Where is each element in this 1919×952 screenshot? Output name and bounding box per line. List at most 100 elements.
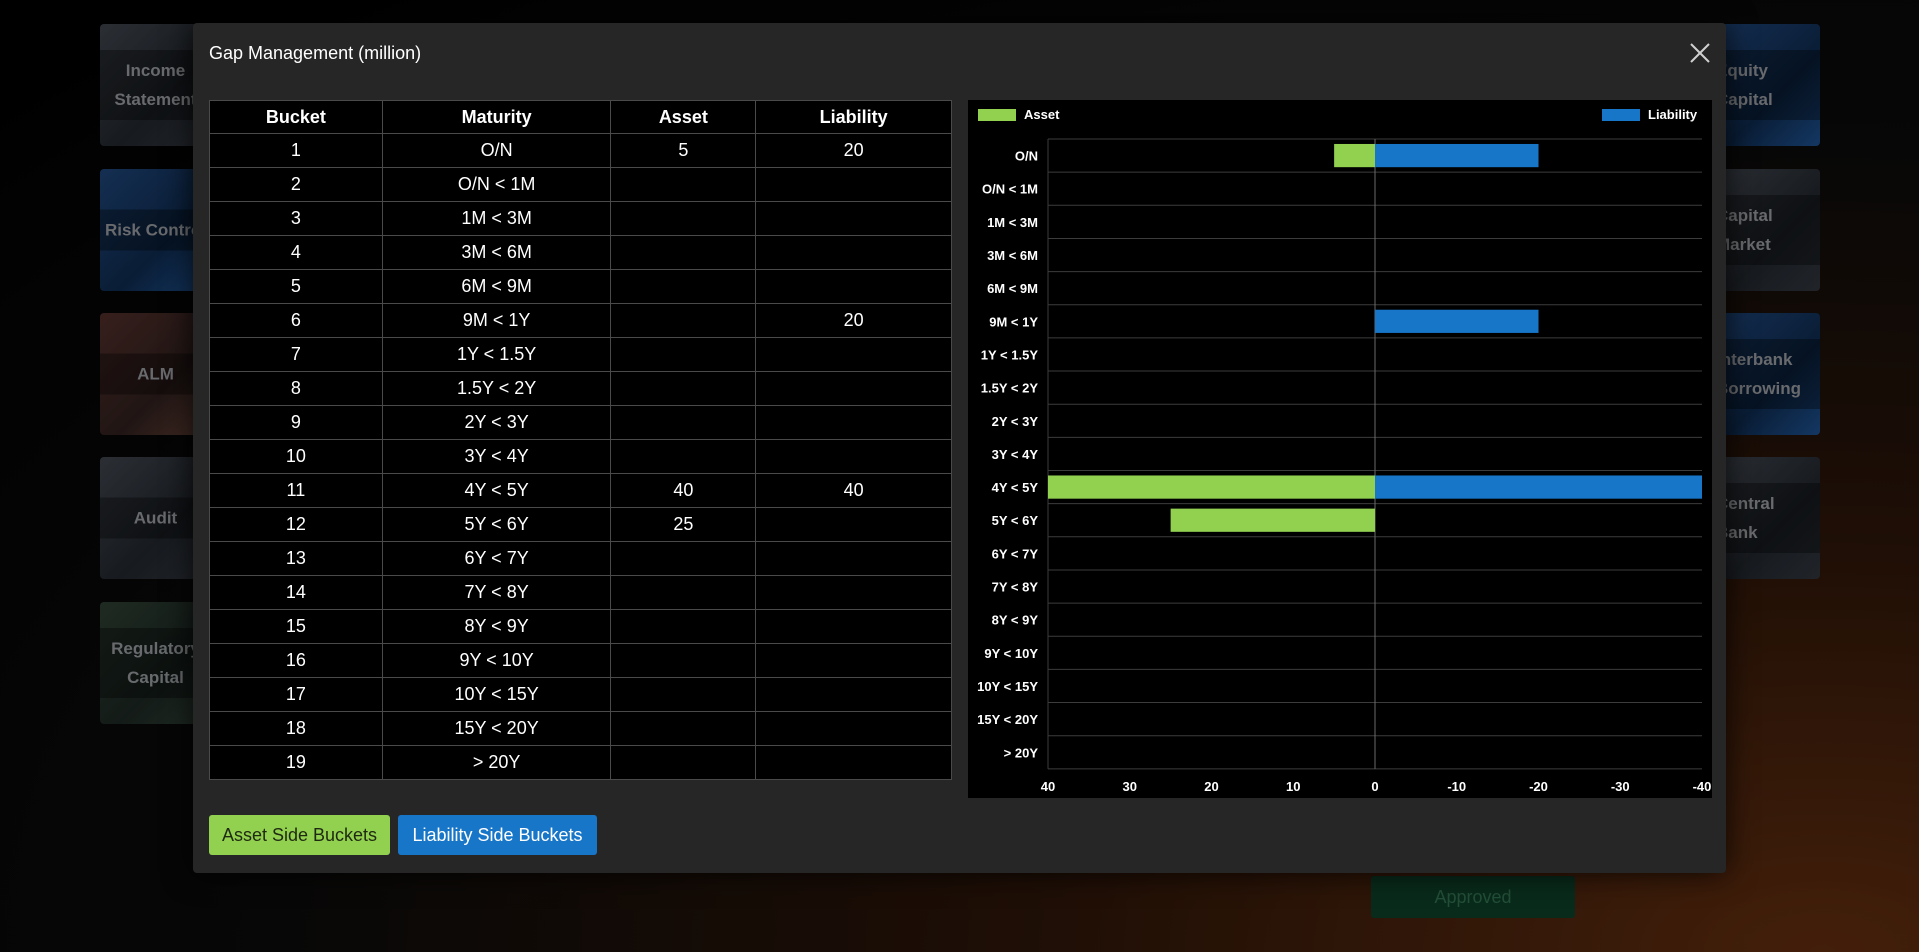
cell-asset[interactable] [610, 337, 757, 372]
cell-asset[interactable] [610, 643, 757, 678]
cell-liability[interactable] [755, 269, 952, 304]
cell-maturity: 1Y < 1.5Y [381, 337, 612, 372]
cell-bucket: 15 [209, 609, 383, 644]
cell-bucket: 8 [209, 371, 383, 406]
cell-asset[interactable] [610, 167, 757, 202]
x-tick-label: -30 [1611, 779, 1630, 794]
cell-maturity: 4Y < 5Y [381, 473, 612, 508]
cell-bucket: 1 [209, 133, 383, 168]
cell-liability[interactable] [755, 167, 952, 202]
x-tick-label: 0 [1371, 779, 1378, 794]
cell-maturity: O/N < 1M [381, 167, 612, 202]
cell-liability[interactable]: 20 [755, 133, 952, 168]
cell-liability[interactable] [755, 405, 952, 440]
cell-asset[interactable] [610, 575, 757, 610]
table-row: 2 O/N < 1M [209, 167, 952, 202]
cell-liability[interactable] [755, 371, 952, 406]
cell-asset[interactable] [610, 371, 757, 406]
cell-asset[interactable] [610, 439, 757, 474]
cell-asset[interactable] [610, 677, 757, 712]
cell-maturity: 15Y < 20Y [381, 711, 612, 746]
cell-asset[interactable] [610, 235, 757, 270]
cell-liability[interactable] [755, 201, 952, 236]
modal-title: Gap Management (million) [209, 43, 422, 63]
cell-maturity: 9M < 1Y [381, 303, 612, 338]
table-row: 16 9Y < 10Y [209, 643, 952, 678]
header-asset: Asset [610, 100, 757, 134]
cell-asset[interactable] [610, 201, 757, 236]
cell-asset[interactable]: 40 [610, 473, 757, 508]
cell-bucket: 9 [209, 405, 383, 440]
cell-bucket: 2 [209, 167, 383, 202]
y-tick-label: 7Y < 8Y [992, 580, 1039, 595]
y-tick-label: 5Y < 6Y [992, 513, 1039, 528]
liability-side-buckets-button[interactable]: Liability Side Buckets [398, 815, 597, 855]
x-tick-label: -10 [1447, 779, 1466, 794]
bar-asset [1170, 508, 1375, 532]
cell-liability[interactable] [755, 643, 952, 678]
cell-liability[interactable] [755, 541, 952, 576]
table-row: 7 1Y < 1.5Y [209, 337, 952, 372]
cell-asset[interactable] [610, 711, 757, 746]
cell-asset[interactable] [610, 405, 757, 440]
cell-liability[interactable] [755, 507, 952, 542]
y-tick-label: 8Y < 9Y [992, 613, 1039, 628]
cell-maturity: 10Y < 15Y [381, 677, 612, 712]
bar-liability [1375, 309, 1539, 333]
bar-liability [1375, 143, 1539, 168]
x-tick-label: 30 [1123, 779, 1137, 794]
y-tick-label: 10Y < 15Y [977, 679, 1038, 694]
table-header-row: Bucket Maturity Asset Liability [209, 100, 952, 134]
cell-bucket: 19 [209, 745, 383, 780]
asset-side-buckets-button[interactable]: Asset Side Buckets [209, 815, 390, 855]
close-button[interactable] [1686, 39, 1714, 67]
cell-bucket: 6 [209, 303, 383, 338]
cell-liability[interactable] [755, 235, 952, 270]
cell-asset[interactable]: 5 [610, 133, 757, 168]
y-tick-label: 6Y < 7Y [992, 546, 1039, 561]
y-tick-label: 2Y < 3Y [992, 414, 1039, 429]
cell-bucket: 11 [209, 473, 383, 508]
y-tick-label: 1.5Y < 2Y [981, 381, 1039, 396]
table-body: 1 O/N 5 20 2 O/N < 1M 3 1M < 3M 4 3M < 6M 5 6M < 9M… [209, 133, 952, 780]
cell-asset[interactable] [610, 541, 757, 576]
table-row: 3 1M < 3M [209, 201, 952, 236]
bar-asset [1334, 143, 1375, 168]
y-tick-label: 4Y < 5Y [992, 480, 1039, 495]
gap-chart: Asset Liability O/N O/N < 1M 1M < 3M 3M < 6M 6… [968, 100, 1712, 798]
legend-swatch-asset [978, 109, 1016, 121]
cell-liability[interactable] [755, 575, 952, 610]
table-row: 8 1.5Y < 2Y [209, 371, 952, 406]
cell-maturity: 2Y < 3Y [381, 405, 612, 440]
cell-liability[interactable] [755, 677, 952, 712]
cell-liability[interactable] [755, 337, 952, 372]
cell-maturity: 1.5Y < 2Y [381, 371, 612, 406]
cell-bucket: 17 [209, 677, 383, 712]
cell-maturity: O/N [381, 133, 612, 168]
cell-liability[interactable] [755, 439, 952, 474]
cell-liability[interactable]: 40 [755, 473, 952, 508]
cell-asset[interactable] [610, 609, 757, 644]
header-bucket: Bucket [209, 100, 383, 134]
cell-asset[interactable]: 25 [610, 507, 757, 542]
cell-asset[interactable] [610, 269, 757, 304]
y-tick-label: 9Y < 10Y [984, 646, 1038, 661]
cell-bucket: 7 [209, 337, 383, 372]
cell-maturity: 6M < 9M [381, 269, 612, 304]
cell-bucket: 16 [209, 643, 383, 678]
cell-liability[interactable] [755, 711, 952, 746]
cell-maturity: 3Y < 4Y [381, 439, 612, 474]
cell-liability[interactable]: 20 [755, 303, 952, 338]
y-tick-label: 15Y < 20Y [977, 712, 1038, 727]
cell-maturity: 7Y < 8Y [381, 575, 612, 610]
x-tick-label: 20 [1204, 779, 1218, 794]
x-tick-label: 40 [1041, 779, 1055, 794]
cell-asset[interactable] [610, 745, 757, 780]
table-row: 4 3M < 6M [209, 235, 952, 270]
cell-liability[interactable] [755, 609, 952, 644]
gap-management-modal: Gap Management (million) Bucket Maturity… [193, 23, 1726, 873]
legend-label-asset: Asset [1024, 107, 1060, 122]
cell-liability[interactable] [755, 745, 952, 780]
y-tick-label: O/N [1015, 149, 1038, 164]
cell-asset[interactable] [610, 303, 757, 338]
